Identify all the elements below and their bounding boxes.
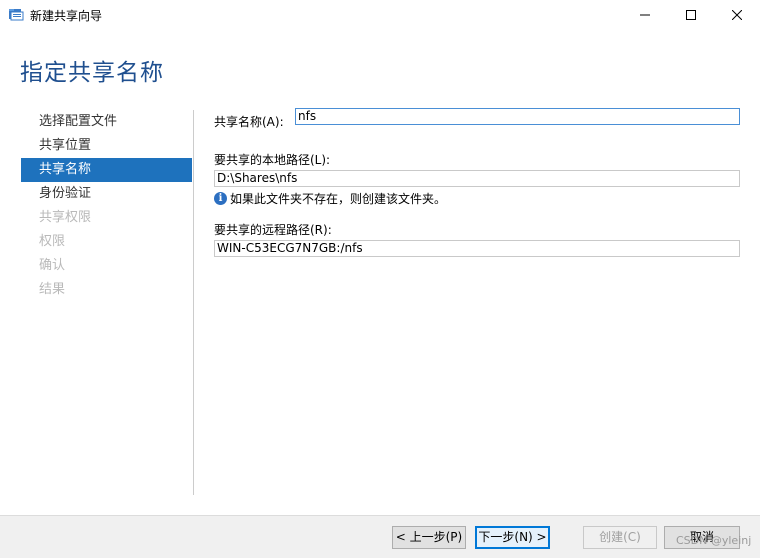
- remote-path-field[interactable]: WIN-C53ECG7N7GB:/nfs: [214, 240, 740, 257]
- nav-item-select-profile[interactable]: 选择配置文件: [21, 110, 192, 134]
- minimize-icon: [640, 14, 650, 16]
- wizard-window: 新建共享向导 指定共享名称 选择配置文件 共享位置 共享名称 身份验证 共享权限…: [0, 0, 760, 558]
- title-bar[interactable]: 新建共享向导: [0, 0, 760, 30]
- close-icon: [732, 10, 742, 20]
- window-title: 新建共享向导: [30, 9, 103, 23]
- nav-item-permissions: 权限: [39, 234, 66, 249]
- share-name-input[interactable]: nfs: [295, 108, 740, 125]
- nav-item-results: 结果: [39, 282, 66, 297]
- close-button[interactable]: [714, 0, 760, 30]
- page-title: 指定共享名称: [20, 60, 164, 86]
- nav-item-authentication[interactable]: 身份验证: [21, 182, 192, 206]
- previous-button[interactable]: < 上一步(P): [392, 526, 466, 549]
- nav-item-confirmation: 确认: [39, 258, 66, 273]
- next-button[interactable]: 下一步(N) >: [475, 526, 550, 549]
- info-icon: i: [214, 192, 227, 205]
- watermark: CSDN @yleinj: [676, 534, 752, 547]
- nav-item-share-name[interactable]: 共享名称: [21, 158, 192, 182]
- share-folder-icon: [8, 6, 24, 22]
- nav-item-share-permissions: 共享权限: [39, 210, 92, 225]
- nav-item-share-location[interactable]: 共享位置: [21, 134, 192, 158]
- maximize-icon: [686, 10, 696, 20]
- info-row: i 如果此文件夹不存在，则创建该文件夹。: [214, 190, 446, 207]
- maximize-button[interactable]: [668, 0, 714, 30]
- nav-divider: [193, 110, 194, 495]
- share-name-label: 共享名称(A):: [214, 115, 284, 129]
- remote-path-label: 要共享的远程路径(R):: [214, 223, 332, 237]
- info-text: 如果此文件夹不存在，则创建该文件夹。: [230, 192, 447, 206]
- create-button: 创建(C): [583, 526, 657, 549]
- local-path-field[interactable]: D:\Shares\nfs: [214, 170, 740, 187]
- footer-bar: < 上一步(P) 下一步(N) > 创建(C) 取消: [0, 515, 760, 558]
- wizard-step-nav: 选择配置文件 共享位置 共享名称 身份验证 共享权限 权限 确认 结果: [21, 110, 192, 302]
- local-path-label: 要共享的本地路径(L):: [214, 153, 331, 167]
- minimize-button[interactable]: [622, 0, 668, 30]
